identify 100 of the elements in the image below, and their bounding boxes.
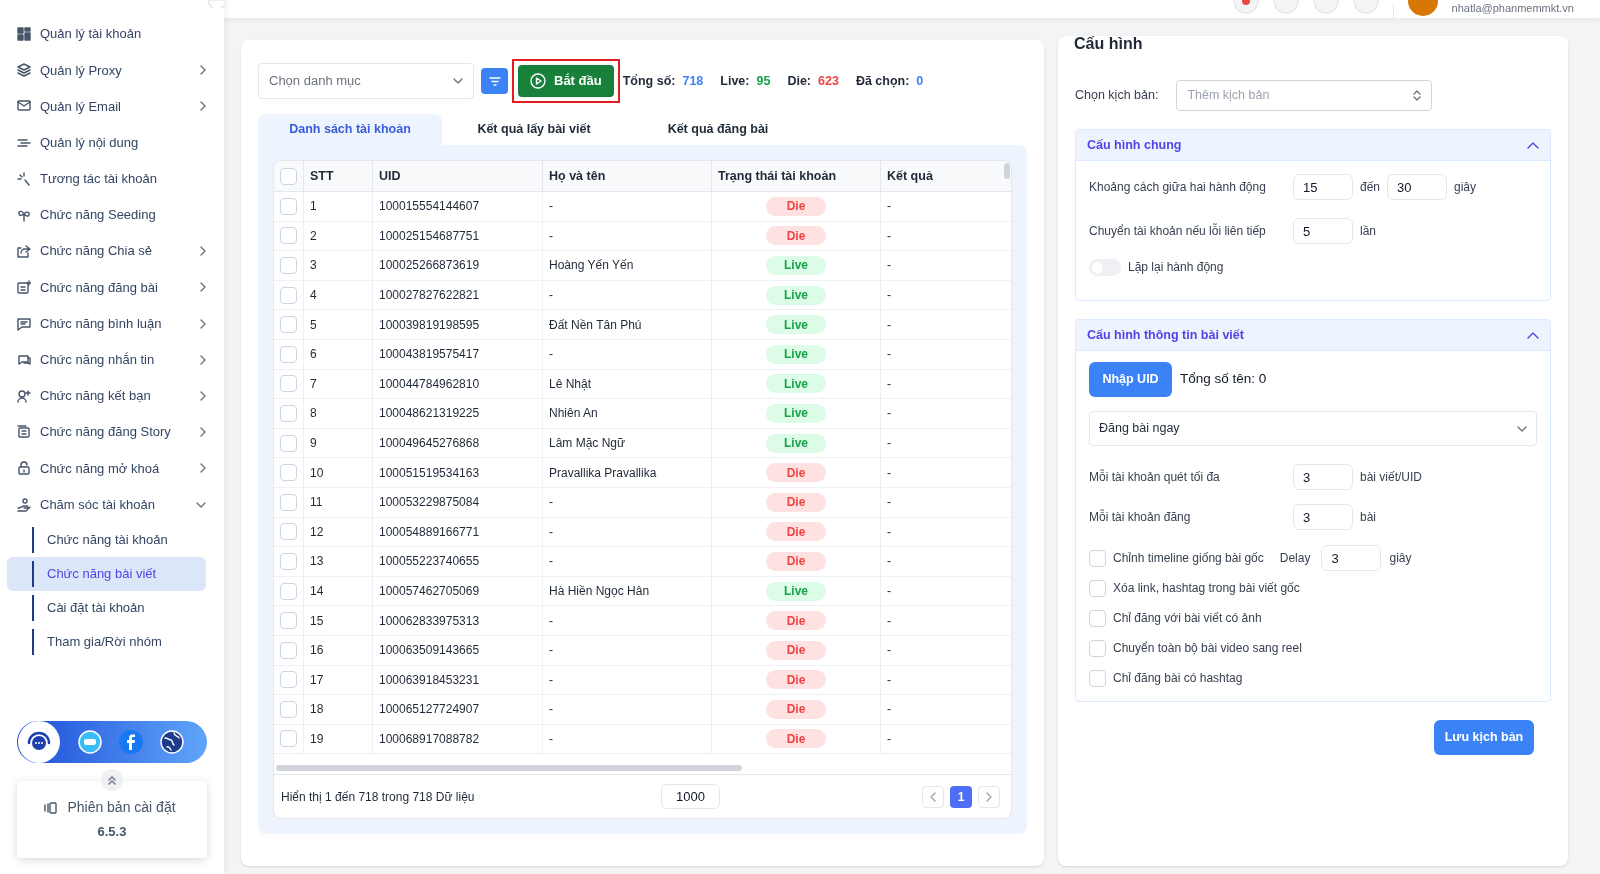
checkbox[interactable] [280, 257, 297, 274]
table-cell: 13 [304, 547, 373, 576]
checkbox[interactable] [280, 493, 297, 511]
checkbox[interactable] [1089, 579, 1106, 597]
checkbox[interactable] [280, 167, 297, 185]
next-page-button[interactable] [978, 785, 1000, 808]
page-size-field[interactable]: 1000 [661, 784, 720, 809]
chevron-down-icon [453, 78, 463, 84]
horizontal-scrollbar[interactable] [276, 765, 742, 771]
table-cell: 3 [304, 251, 373, 280]
vertical-scrollbar[interactable] [1004, 163, 1010, 179]
checkbox[interactable] [280, 552, 297, 570]
previous-page-button[interactable] [922, 785, 944, 808]
checkbox[interactable] [280, 523, 297, 541]
tab[interactable]: Danh sách tài khoản [258, 114, 442, 145]
table-cell: 1 [304, 192, 373, 221]
checkbox[interactable] [280, 197, 297, 215]
checkbox[interactable] [1089, 669, 1106, 687]
field-unit: lần [1360, 223, 1376, 240]
input-field[interactable]: 5 [1293, 218, 1353, 244]
checkbox[interactable] [280, 227, 297, 245]
checkbox[interactable] [280, 464, 297, 482]
tab[interactable]: Kết quả lấy bài viết [442, 114, 626, 145]
checkbox[interactable] [1089, 639, 1106, 657]
scroll-up-button[interactable] [101, 769, 123, 791]
status-badge: Live [766, 374, 826, 394]
checkbox[interactable] [280, 730, 297, 748]
play-icon [530, 73, 546, 89]
status-badge: Live [766, 344, 826, 364]
start-button[interactable]: Bắt đầu [518, 65, 614, 97]
sidebar-item[interactable]: Quản lý nội dung [16, 124, 206, 161]
category-select[interactable]: Chọn danh mục [258, 63, 474, 99]
checkbox[interactable] [280, 345, 297, 363]
table-cell: Lê Nhật [543, 369, 712, 399]
input-field[interactable]: 3 [1321, 545, 1382, 571]
sidebar-item[interactable]: Chức năng nhắn tin [16, 341, 206, 378]
lock-icon [17, 461, 31, 476]
input-field[interactable]: 3 [1293, 464, 1353, 490]
table-cell: 16 [304, 635, 373, 665]
sidebar-item[interactable]: Quản lý tài khoản [16, 16, 206, 53]
table-cell: 100051519534163 [373, 458, 543, 487]
document-icon [17, 280, 31, 295]
tab[interactable]: Kết quả đăng bài [626, 114, 810, 145]
checkbox-label: Chuyển toàn bộ bài video sang reel [1113, 640, 1302, 657]
sidebar-item[interactable]: Chăm sóc tài khoản [16, 486, 206, 523]
table-cell: 100025154687751 [373, 221, 543, 251]
section-header[interactable]: Cấu hình chung [1076, 130, 1550, 161]
checkbox[interactable] [280, 700, 297, 718]
sidebar-item[interactable]: Chức năng đăng Story [16, 414, 206, 451]
sidebar-subitem[interactable]: Tham gia/Rời nhóm [7, 624, 206, 659]
sidebar-item[interactable]: Chức năng mở khoá [16, 450, 206, 487]
input-field[interactable]: 3 [1293, 504, 1353, 530]
table-cell: 17 [304, 665, 373, 695]
page-button[interactable]: 1 [950, 785, 972, 808]
table-cell: - [543, 724, 712, 754]
sidebar-subitem[interactable]: Chức năng bài viết [7, 556, 206, 591]
table-cell-text: - [886, 701, 892, 719]
sidebar-item[interactable]: Quản lý Email [16, 88, 206, 125]
save-button[interactable]: Lưu kịch bản [1434, 720, 1534, 755]
table-cell: 100048621319225 [373, 399, 543, 428]
checkbox[interactable] [280, 641, 297, 659]
table-cell: 5 [304, 310, 373, 339]
table-cell: 8 [304, 399, 373, 428]
status-badge: Live [766, 315, 826, 335]
sidebar-item[interactable]: Quản lý Proxy [16, 52, 206, 89]
import-button[interactable]: Nhập UID [1089, 362, 1172, 397]
input-field[interactable]: 15 [1293, 174, 1353, 200]
table-cell: 100068917088782 [373, 724, 543, 754]
filter-button[interactable] [481, 68, 508, 94]
sidebar-item[interactable]: Chức năng kết bạn [16, 377, 206, 415]
sidebar-item[interactable]: Chức năng Chia sẻ [16, 233, 206, 270]
table-cell-text: - [886, 731, 892, 748]
filter-icon [488, 76, 501, 86]
checkbox[interactable] [1089, 549, 1106, 567]
checkbox[interactable] [1089, 609, 1106, 627]
table-cell: - [543, 487, 712, 517]
checkbox[interactable] [280, 671, 297, 689]
checkbox[interactable] [280, 612, 297, 630]
chat-icon [17, 316, 31, 331]
table-cell: 100049645276868 [373, 428, 543, 458]
checkbox[interactable] [280, 375, 297, 393]
mode-select[interactable]: Đăng bài ngay [1089, 411, 1537, 446]
chevron-down-icon [1517, 425, 1527, 432]
sidebar-item[interactable]: Chức năng Seeding [16, 196, 206, 234]
checkbox[interactable] [280, 404, 297, 422]
input-field[interactable]: 30 [1387, 174, 1448, 200]
column-header: Trạng thái tài khoản [712, 161, 881, 191]
section-header[interactable]: Cấu hình thông tin bài viết [1076, 320, 1550, 351]
table-cell: 100054889166771 [373, 517, 543, 547]
checkbox[interactable] [280, 316, 297, 334]
table-cell: - [543, 221, 712, 251]
sidebar-item[interactable]: Chức năng bình luận [16, 305, 206, 342]
checkbox[interactable] [280, 582, 297, 600]
sidebar-item[interactable]: Tương tác tài khoản [16, 160, 206, 197]
checkbox[interactable] [280, 286, 297, 304]
checkbox[interactable] [280, 434, 297, 452]
sort-arrows-icon [1413, 90, 1422, 101]
sidebar-item[interactable]: Chức năng đăng bài [16, 269, 206, 306]
sidebar-subitem[interactable]: Cài đặt tài khoản [7, 590, 206, 625]
sidebar-subitem[interactable]: Chức năng tài khoản [7, 522, 206, 557]
